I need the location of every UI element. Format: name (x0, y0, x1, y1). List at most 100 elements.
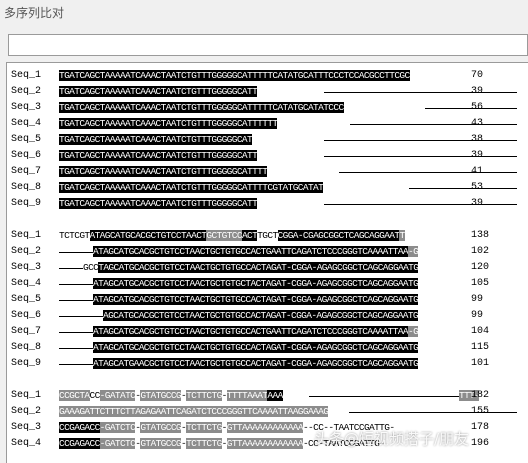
residue-segment: TTTTAAAT (226, 390, 268, 401)
residue-count: 99 (471, 294, 484, 305)
residue-count: 104 (471, 326, 490, 337)
sequence-residues: ATAGCATGCACGCTGTCCTAACTGCTGTGCCACTAGAT-C… (93, 293, 419, 307)
residue-count: 53 (471, 182, 484, 193)
sequence-name: Seq_5 (11, 294, 42, 305)
alignment-panel[interactable]: Seq_1 TGATCAGCTAAAAATCAAACTAATCTGTTTGGGGG… (6, 62, 528, 463)
residue-count: 102 (471, 246, 490, 257)
sequence-residues: TGATCAGCTAAAAATCAAACTAATCTGTTTGGGGGCATTT… (59, 69, 410, 83)
residue-count: 138 (471, 230, 490, 241)
residue-segment: -GATCTC (99, 438, 136, 449)
sequence-residues: AGCATGCACGCTGTCCTAACTGCTGTGCCACTAGAT-CGG… (103, 309, 419, 323)
residue-segment: T (399, 230, 405, 241)
sequence-row: Seq_5 TGATCAGCTAAAAATCAAACTAATCTGTTTGGGGG… (7, 133, 528, 147)
residue-count: 56 (471, 102, 484, 113)
sequence-input-bar[interactable] (8, 34, 528, 56)
sequence-residues: TGATCAGCTAAAAATCAAACTAATCTGTTTGGGGGCATTT… (59, 181, 324, 195)
sequence-row: Seq_1 TCTCGTATAGCATGCACGCTGTCCTAACTGCTGTC… (7, 229, 528, 243)
sequence-row: Seq_9 TGATCAGCTAAAAATCAAACTAATCTGTTTGGGGG… (7, 197, 528, 211)
sequence-row: Seq_6 AGCATGCACGCTGTCCTAACTGCTGTGCCACTAGA… (7, 309, 528, 323)
sequence-row: Seq_6 TGATCAGCTAAAAATCAAACTAATCTGTTTGGGGG… (7, 149, 528, 163)
residue-segment: TGATCAGCTAAAAATCAAACTAATCTGTTTGGGGGCATT (59, 86, 258, 97)
gap-line (59, 348, 93, 349)
sequence-name: Seq_1 (11, 230, 42, 241)
residue-count: 41 (471, 166, 484, 177)
gap-line (324, 92, 517, 93)
residue-segment: CCGCTA (59, 390, 90, 401)
residue-count: 196 (471, 438, 490, 449)
sequence-name: Seq_6 (11, 310, 42, 321)
residue-segment: TGATCAGCTAAAAATCAAACTAATCTGTTTGGGGGCATTT… (59, 102, 344, 113)
sequence-name: Seq_6 (11, 150, 42, 161)
residue-segment: TGATCAGCTAAAAATCAAACTAATCTGTTTGGGGGCATT (59, 198, 258, 209)
residue-segment: -G (408, 246, 419, 257)
sequence-row: Seq_3 GCCTAGCATGCACGCTGTCCTAACTGCTGTGCCAC… (7, 261, 528, 275)
gap-line (59, 332, 93, 333)
residue-count: 178 (471, 422, 490, 433)
residue-segment: TGATCAGCTAAAAATCAAACTAATCTGTTTGGGGGCATTT… (59, 166, 268, 177)
sequence-row: Seq_7 TGATCAGCTAAAAATCAAACTAATCTGTTTGGGGG… (7, 165, 528, 179)
sequence-residues: TGATCAGCTAAAAATCAAACTAATCTGTTTGGGGGCATTT… (59, 165, 268, 179)
sequence-residues: TGATCAGCTAAAAATCAAACTAATCTGTTTGGGGGCATT (59, 197, 258, 211)
residue-segment: GTTAAAAAAAAAAAA (226, 438, 304, 449)
sequence-row: Seq_9 ATAGCATGAACGCTGTCCTAACTGCTGTGCCACTA… (7, 357, 528, 371)
window-title: 多序列比对 (4, 6, 65, 20)
residue-segment: AAA (267, 390, 283, 401)
sequence-row: Seq_8 TGATCAGCTAAAAATCAAACTAATCTGTTTGGGGG… (7, 181, 528, 195)
sequence-residues: TGATCAGCTAAAAATCAAACTAATCTGTTTGGGGGCATTT… (59, 101, 344, 115)
residue-count: 155 (471, 406, 490, 417)
residue-segment: - (221, 438, 228, 449)
sequence-residues: TGATCAGCTAAAAATCAAACTAATCTGTTTGGGGGCATT (59, 85, 258, 99)
residue-segment: GTTAAAAAAAAAAAA (226, 422, 304, 433)
sequence-row: Seq_1 CCGCTACC-GATATC-GTATGCCG-TCTTCTG-TT… (7, 389, 528, 403)
residue-segment: TCTCGT (59, 230, 90, 241)
sequence-residues: TGATCAGCTAAAAATCAAACTAATCTGTTTGGGGGCATTT… (59, 117, 278, 131)
residue-segment: TAGCATGCACGCTGTCCTAACTGCTGTGCCACTAGAT-CG… (98, 262, 419, 273)
sequence-name: Seq_2 (11, 246, 42, 257)
residue-segment: CCGAGACC (59, 422, 100, 433)
sequence-row: Seq_5 ATAGCATGCACGCTGTCCTAACTGCTGTGCCACTA… (7, 293, 528, 307)
sequence-name: Seq_4 (11, 438, 42, 449)
gap-line (339, 172, 517, 173)
sequence-residues: ATAGCATGAACGCTGTCCTAACTGCTGTGCCACTAGAT-C… (93, 357, 419, 371)
sequence-row: Seq_2 TGATCAGCTAAAAATCAAACTAATCTGTTTGGGGG… (7, 85, 528, 99)
residue-segment: ATAGCATGCACGCTGTCCTAACT (89, 230, 207, 241)
residue-segment: GTATGCCG (140, 422, 182, 433)
gap-line (59, 316, 103, 317)
residue-segment: GAAAGATTCTTTCTTAGAGAATTCAGATCTCCCGGGTTCA… (59, 406, 329, 417)
residue-segment: ATAGCATGCACGCTGTCCTAACTGCTGTGCCACTGAATTC… (93, 326, 409, 337)
sequence-row: Seq_4 ATAGCATGCACGCTGTCCTAACTGCTGTGCTACTA… (7, 277, 528, 291)
sequence-row: Seq_2 ATAGCATGCACGCTGTCCTAACTGCTGTGCCACTG… (7, 245, 528, 259)
residue-segment: TGATCAGCTAAAAATCAAACTAATCTGTTTGGGGGCATTT… (59, 70, 410, 81)
sequence-name: Seq_8 (11, 182, 42, 193)
sequence-name: Seq_9 (11, 358, 42, 369)
gap-line (59, 284, 93, 285)
residue-segment: ATAGCATGCACGCTGTCCTAACTGCTGTGCTACTAGAT-C… (93, 278, 419, 289)
residue-segment: ATAGCATGCACGCTGTCCTAACTGCTGTGCCACTGAATTC… (93, 246, 409, 257)
sequence-row: Seq_7 ATAGCATGCACGCTGTCCTAACTGCTGTGCCACTG… (7, 325, 528, 339)
sequence-name: Seq_4 (11, 118, 42, 129)
residue-count: 38 (471, 134, 484, 145)
sequence-row: Seq_3 TGATCAGCTAAAAATCAAACTAATCTGTTTGGGGG… (7, 101, 528, 115)
residue-count: 99 (471, 310, 484, 321)
residue-segment: GTATGCCG (140, 438, 182, 449)
sequence-residues: ATAGCATGCACGCTGTCCTAACTGCTGTGCCACTGAATTC… (93, 325, 419, 339)
residue-segment: TCTTCTG (186, 390, 222, 401)
residue-segment: CC (89, 390, 101, 401)
residue-segment: ACT (241, 230, 258, 241)
sequence-residues: TCTCGTATAGCATGCACGCTGTCCTAACTGCTGTCCACTT… (59, 229, 405, 243)
gap-line (324, 156, 517, 157)
residue-segment: CGGA-CGAGCGGCTCAGCAGGAAT (277, 230, 400, 241)
residue-segment: TGATCAGCTAAAAATCAAACTAATCTGTTTGGGGGCATTT… (59, 118, 278, 129)
residue-segment: TGATCAGCTAAAAATCAAACTAATCTGTTTGGGGGCAT (59, 134, 253, 145)
residue-count: 182 (471, 390, 490, 401)
sequence-residues: GAAAGATTCTTTCTTAGAGAATTCAGATCTCCCGGGTTCA… (59, 405, 329, 419)
sequence-name: Seq_2 (11, 406, 42, 417)
sequence-name: Seq_1 (11, 70, 42, 81)
watermark: 头条@短视频搭子/朋友 (314, 430, 470, 448)
gap-line (409, 188, 517, 189)
residue-segment: TCTTCTG (186, 438, 222, 449)
sequence-residues: TGATCAGCTAAAAATCAAACTAATCTGTTTGGGGGCATT (59, 149, 258, 163)
sequence-name: Seq_7 (11, 166, 42, 177)
residue-count: 43 (471, 118, 484, 129)
residue-count: 115 (471, 342, 490, 353)
